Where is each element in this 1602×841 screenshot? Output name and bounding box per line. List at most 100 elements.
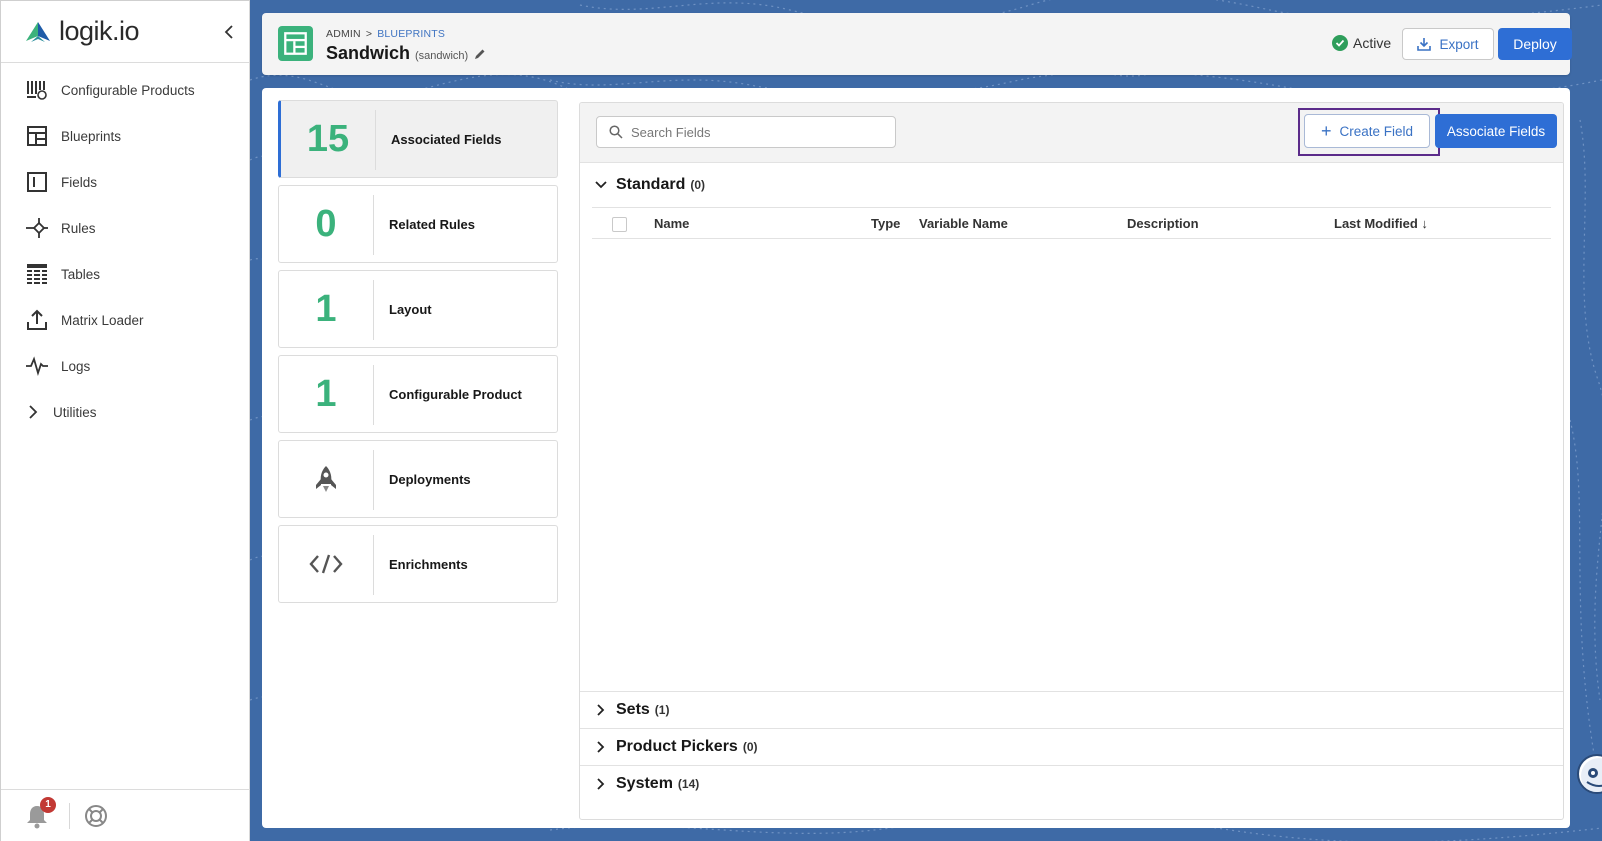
create-field-label: Create Field bbox=[1339, 123, 1414, 139]
export-label: Export bbox=[1439, 36, 1479, 52]
card-enrichments[interactable]: Enrichments bbox=[278, 525, 558, 603]
fields-icon bbox=[25, 170, 49, 194]
card-divider bbox=[373, 195, 374, 255]
tables-icon bbox=[25, 262, 49, 286]
sidebar-item-label: Blueprints bbox=[61, 128, 122, 144]
sidebar: logik.io Configurable Products Blueprint… bbox=[0, 0, 250, 841]
column-header-variable-name[interactable]: Variable Name bbox=[919, 216, 1008, 231]
download-icon bbox=[1417, 38, 1432, 51]
breadcrumb-root: ADMIN bbox=[326, 28, 361, 40]
sidebar-item-logs[interactable]: Logs bbox=[1, 343, 249, 389]
notifications-button[interactable]: 1 bbox=[25, 796, 56, 829]
section-name: Sets bbox=[616, 701, 650, 718]
sidebar-item-label: Configurable Products bbox=[61, 82, 195, 98]
table-header: Name Type Variable Name Description Last… bbox=[592, 207, 1551, 239]
help-lifebuoy-icon[interactable] bbox=[84, 804, 108, 828]
chevron-right-icon bbox=[25, 400, 41, 424]
card-divider bbox=[373, 535, 374, 595]
column-header-type[interactable]: Type bbox=[871, 216, 900, 231]
breadcrumb-blueprints-link[interactable]: BLUEPRINTS bbox=[377, 28, 445, 40]
card-divider bbox=[373, 365, 374, 425]
card-divider bbox=[375, 110, 376, 170]
code-icon bbox=[279, 526, 373, 602]
card-divider bbox=[373, 450, 374, 510]
chevron-right-icon bbox=[597, 778, 605, 790]
column-header-name[interactable]: Name bbox=[654, 216, 689, 231]
sidebar-item-rules[interactable]: Rules bbox=[1, 205, 249, 251]
card-label: Associated Fields bbox=[391, 131, 502, 147]
sidebar-item-blueprints[interactable]: Blueprints bbox=[1, 113, 249, 159]
chevron-right-icon bbox=[597, 704, 605, 716]
sidebar-item-configurable-products[interactable]: Configurable Products bbox=[1, 67, 249, 113]
section-count: (14) bbox=[677, 777, 700, 791]
card-related-rules[interactable]: 0 Related Rules bbox=[278, 185, 558, 263]
logo[interactable]: logik.io bbox=[1, 1, 249, 63]
chevron-right-icon bbox=[597, 741, 605, 753]
sidebar-item-utilities[interactable]: Utilities bbox=[1, 389, 249, 435]
card-value: 0 bbox=[315, 202, 337, 245]
section-system[interactable]: System (14) bbox=[580, 765, 1563, 802]
search-input[interactable] bbox=[631, 124, 881, 140]
column-header-description[interactable]: Description bbox=[1127, 216, 1199, 231]
card-label: Configurable Product bbox=[389, 386, 522, 402]
fields-panel: + Create Field Associate Fields Standard… bbox=[579, 102, 1564, 820]
blueprint-icon bbox=[25, 124, 49, 148]
card-label: Related Rules bbox=[389, 216, 475, 232]
section-count: (0) bbox=[742, 740, 758, 754]
section-name: Product Pickers bbox=[616, 738, 738, 755]
card-layout[interactable]: 1 Layout bbox=[278, 270, 558, 348]
search-icon bbox=[609, 125, 623, 139]
create-field-button[interactable]: + Create Field bbox=[1304, 114, 1430, 148]
section-sets[interactable]: Sets (1) bbox=[580, 691, 1563, 728]
export-button[interactable]: Export bbox=[1402, 28, 1494, 60]
chevron-down-icon bbox=[595, 181, 607, 189]
breadcrumb: ADMIN > BLUEPRINTS bbox=[326, 28, 445, 40]
section-name: Standard bbox=[616, 176, 686, 193]
sidebar-nav: Configurable Products Blueprints Fields … bbox=[1, 63, 249, 435]
title-row: Sandwich (sandwich) bbox=[326, 43, 486, 64]
section-count: (0) bbox=[690, 178, 706, 192]
status-badge: Active bbox=[1332, 35, 1391, 51]
section-standard[interactable]: Standard (0) bbox=[580, 163, 1563, 207]
card-associated-fields[interactable]: 15 Associated Fields bbox=[278, 100, 558, 178]
collapse-sidebar-icon[interactable] bbox=[221, 23, 237, 41]
select-all-checkbox[interactable] bbox=[612, 217, 627, 232]
deploy-button[interactable]: Deploy bbox=[1498, 28, 1572, 60]
associate-fields-button[interactable]: Associate Fields bbox=[1435, 114, 1557, 148]
edit-pencil-icon[interactable] bbox=[474, 48, 486, 60]
sidebar-item-label: Fields bbox=[61, 174, 98, 190]
rocket-icon bbox=[279, 441, 373, 517]
status-text: Active bbox=[1353, 35, 1392, 51]
rules-icon bbox=[25, 216, 49, 240]
sidebar-item-label: Tables bbox=[61, 266, 101, 282]
search-box[interactable] bbox=[596, 116, 896, 148]
card-value: 15 bbox=[306, 117, 350, 160]
page-title: Sandwich bbox=[326, 43, 411, 63]
check-circle-icon bbox=[1332, 35, 1348, 51]
page-subtitle: (sandwich) bbox=[415, 50, 469, 62]
sidebar-item-tables[interactable]: Tables bbox=[1, 251, 249, 297]
sidebar-item-fields[interactable]: Fields bbox=[1, 159, 249, 205]
deploy-label: Deploy bbox=[1513, 36, 1557, 52]
sidebar-item-label: Rules bbox=[61, 220, 96, 236]
notification-badge: 1 bbox=[40, 796, 56, 813]
card-value: 1 bbox=[315, 287, 337, 330]
page-header: ADMIN > BLUEPRINTS Sandwich (sandwich) Act… bbox=[262, 13, 1572, 75]
sidebar-item-matrix-loader[interactable]: Matrix Loader bbox=[1, 297, 249, 343]
content-panel: 15 Associated Fields 0 Related Rules 1 L… bbox=[262, 88, 1570, 828]
card-divider bbox=[373, 280, 374, 340]
configurable-products-icon bbox=[25, 78, 49, 102]
card-label: Deployments bbox=[389, 471, 471, 487]
sidebar-footer: 1 bbox=[1, 789, 250, 841]
logo-text: logik.io bbox=[59, 16, 140, 46]
sidebar-item-label: Matrix Loader bbox=[61, 312, 144, 328]
logik-logo-icon bbox=[26, 21, 50, 42]
upload-icon bbox=[25, 308, 49, 332]
column-header-last-modified[interactable]: Last Modified ↓ bbox=[1334, 216, 1428, 231]
pulse-icon bbox=[25, 354, 49, 378]
card-deployments[interactable]: Deployments bbox=[278, 440, 558, 518]
section-product-pickers[interactable]: Product Pickers (0) bbox=[580, 728, 1563, 765]
blueprint-header-icon bbox=[278, 26, 313, 61]
card-configurable-product[interactable]: 1 Configurable Product bbox=[278, 355, 558, 433]
table-body-empty bbox=[580, 239, 1563, 691]
